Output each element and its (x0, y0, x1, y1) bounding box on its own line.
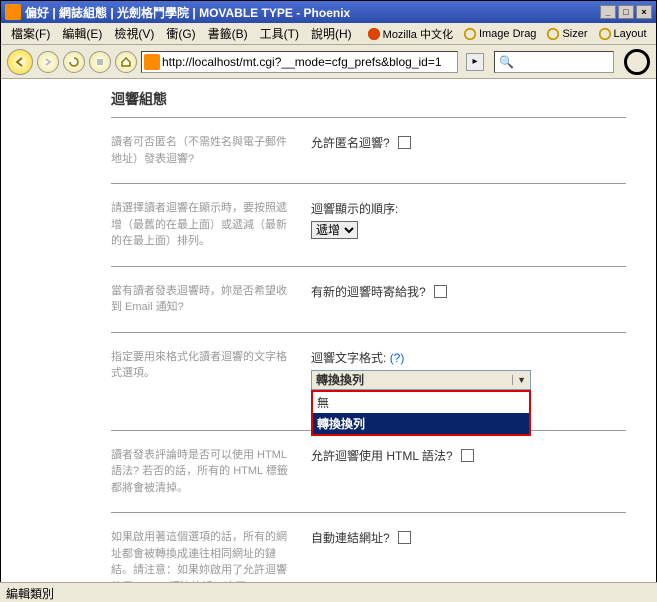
arrow-left-icon (14, 56, 26, 68)
field-label: 自動連結網址? (311, 529, 390, 546)
minimize-button[interactable]: _ (600, 5, 616, 19)
section-auto-link: 如果啟用著這個選項的話，所有的網址都會被轉換成連往相同網址的鏈結。請注意：如果妳… (111, 512, 626, 583)
search-input[interactable] (518, 55, 608, 69)
text-format-select[interactable]: 轉換換列 ▼ 無 轉換換列 (311, 370, 531, 390)
window-title: 偏好 | 網誌組態 | 光劍格鬥學院 | MOVABLE TYPE - Phoe… (25, 4, 600, 21)
chevron-down-icon: ▼ (512, 375, 526, 385)
status-text: 編輯類別 (6, 587, 54, 601)
menu-go[interactable]: 衝(G) (160, 23, 201, 44)
search-icon: 🔍 (499, 55, 514, 69)
order-select[interactable]: 遞增 (311, 221, 358, 239)
site-icon (144, 54, 160, 70)
back-button[interactable] (7, 49, 33, 75)
url-input[interactable] (162, 55, 455, 69)
mozilla-icon (367, 27, 381, 41)
dropdown-option-convert[interactable]: 轉換換列 (313, 413, 529, 434)
home-icon (120, 56, 132, 68)
section-email-notify: 當有讀者發表迴響時，妳是否希望收到 Email 通知? 有新的迴響時寄給我? (111, 266, 626, 332)
field-label: 迴響文字格式: (311, 351, 386, 365)
menu-bookmarks[interactable]: 書籤(B) (202, 23, 254, 44)
forward-button[interactable] (37, 51, 59, 73)
menu-file[interactable]: 檔案(F) (5, 23, 56, 44)
gear-icon (463, 27, 477, 41)
app-icon (5, 4, 21, 20)
section-desc: 當有讀者發表迴響時，妳是否希望收到 Email 通知? (111, 283, 311, 316)
ext-sizer[interactable]: Sizer (541, 25, 592, 43)
ext-layout[interactable]: Layout (593, 25, 652, 43)
search-box[interactable]: 🔍 (494, 51, 614, 73)
go-button[interactable]: ▸ (466, 53, 484, 71)
section-order: 請選擇讀者迴響在顯示時，要按照遞增（最舊的在最上面）或遞減（最新的在最上面）排列… (111, 183, 626, 266)
maximize-button[interactable]: □ (618, 5, 634, 19)
field-label: 有新的迴響時寄給我? (311, 283, 426, 300)
anonymous-checkbox[interactable] (398, 136, 411, 149)
section-desc: 如果啟用著這個選項的話，所有的網址都會被轉換成連往相同網址的鏈結。請注意：如果妳… (111, 529, 311, 583)
menu-extensions: Mozilla 中文化 Image Drag Sizer Layout (362, 24, 652, 44)
menu-tools[interactable]: 工具(T) (254, 23, 305, 44)
home-button[interactable] (115, 51, 137, 73)
stop-icon (95, 57, 105, 67)
select-value: 轉換換列 (316, 371, 364, 388)
throbber-icon (624, 49, 650, 75)
gear-icon (598, 27, 612, 41)
field-label: 允許匿名迴響? (311, 134, 390, 151)
window-controls: _ □ × (600, 5, 652, 19)
allow-html-checkbox[interactable] (461, 449, 474, 462)
dropdown-option-none[interactable]: 無 (313, 392, 529, 413)
reload-icon (68, 56, 80, 68)
field-label: 迴響顯示的順序: (311, 200, 626, 217)
menubar: 檔案(F) 編輯(E) 檢視(V) 衝(G) 書籤(B) 工具(T) 說明(H)… (1, 23, 656, 45)
page-title: 迴響組態 (111, 89, 626, 109)
statusbar: 編輯類別 (0, 582, 657, 602)
auto-link-checkbox[interactable] (398, 531, 411, 544)
navigation-toolbar: ▸ 🔍 (1, 45, 656, 79)
arrow-right-icon (43, 57, 53, 67)
stop-button[interactable] (89, 51, 111, 73)
menu-help[interactable]: 說明(H) (305, 23, 358, 44)
section-desc: 請選擇讀者迴響在顯示時，要按照遞增（最舊的在最上面）或遞減（最新的在最上面）排列… (111, 200, 311, 250)
section-desc: 指定要用來格式化讀者迴響的文字格式選項。 (111, 349, 311, 390)
menu-edit[interactable]: 編輯(E) (56, 23, 108, 44)
ext-image-drag[interactable]: Image Drag (458, 25, 541, 43)
email-notify-checkbox[interactable] (434, 285, 447, 298)
help-link[interactable]: (?) (390, 351, 405, 365)
section-desc: 讀者發表評論時是否可以使用 HTML 語法? 若否的話，所有的 HTML 標籤都… (111, 447, 311, 497)
ext-mozilla-cn[interactable]: Mozilla 中文化 (362, 24, 458, 44)
section-allow-html: 讀者發表評論時是否可以使用 HTML 語法? 若否的話，所有的 HTML 標籤都… (111, 430, 626, 513)
section-desc: 讀者可否匿名（不需姓名與電子郵件地址）發表迴響? (111, 134, 311, 167)
dropdown-list: 無 轉換換列 (311, 390, 531, 436)
field-label: 允許迴響使用 HTML 語法? (311, 447, 453, 464)
page-content: 迴響組態 讀者可否匿名（不需姓名與電子郵件地址）發表迴響? 允許匿名迴響? 請選… (1, 79, 656, 583)
close-button[interactable]: × (636, 5, 652, 19)
reload-button[interactable] (63, 51, 85, 73)
section-text-format: 指定要用來格式化讀者迴響的文字格式選項。 迴響文字格式: (?) 轉換換列 ▼ … (111, 332, 626, 430)
menu-view[interactable]: 檢視(V) (108, 23, 160, 44)
window-titlebar: 偏好 | 網誌組態 | 光劍格鬥學院 | MOVABLE TYPE - Phoe… (1, 1, 656, 23)
url-bar[interactable] (141, 51, 458, 73)
gear-icon (546, 27, 560, 41)
section-anonymous: 讀者可否匿名（不需姓名與電子郵件地址）發表迴響? 允許匿名迴響? (111, 117, 626, 183)
